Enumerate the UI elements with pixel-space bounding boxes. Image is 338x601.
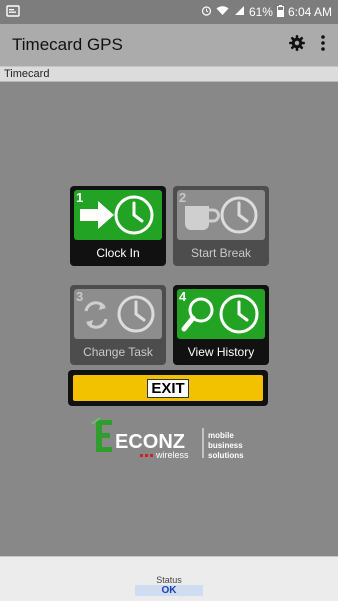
tile-label: Start Break bbox=[190, 246, 252, 260]
arrow-clock-icon bbox=[80, 195, 154, 235]
start-break-button[interactable]: 2 Start Break bbox=[173, 186, 269, 266]
more-vert-icon[interactable] bbox=[320, 34, 326, 57]
change-task-button[interactable]: 3 Change Task bbox=[70, 285, 166, 365]
clock-time: 6:04 AM bbox=[287, 5, 332, 19]
tile-number: 3 bbox=[76, 289, 84, 304]
app-title: Timecard GPS bbox=[12, 35, 123, 54]
status-value: OK bbox=[135, 585, 203, 596]
app-bar: Timecard GPS bbox=[0, 24, 338, 66]
signal-icon bbox=[233, 5, 245, 19]
magnifier-clock-icon bbox=[181, 294, 259, 334]
view-history-button[interactable]: 4 View History bbox=[173, 285, 269, 365]
exit-bar: EXIT bbox=[73, 375, 263, 401]
battery-percent: 61% bbox=[248, 5, 273, 19]
status-bar: 61% 6:04 AM bbox=[0, 0, 338, 24]
logo-tagline-line: mobile bbox=[208, 431, 234, 440]
exit-button[interactable]: EXIT bbox=[68, 370, 268, 406]
tile-face: 4 bbox=[177, 289, 265, 339]
status-footer: Status OK bbox=[0, 556, 338, 601]
logo-tagline-line: business bbox=[208, 441, 243, 450]
tile-face: 2 bbox=[177, 190, 265, 240]
tile-face: 3 bbox=[74, 289, 162, 339]
tile-number: 2 bbox=[179, 190, 187, 205]
clock-in-button[interactable]: 1 Clock In bbox=[70, 186, 166, 266]
battery-icon bbox=[276, 4, 284, 20]
tile-label: Change Task bbox=[83, 345, 153, 359]
tile-label: Clock In bbox=[96, 246, 140, 260]
gear-icon[interactable] bbox=[288, 34, 306, 57]
refresh-clock-icon bbox=[84, 295, 155, 333]
section-header: Timecard bbox=[0, 66, 338, 82]
tile-label: View History bbox=[187, 345, 255, 359]
cup-clock-icon bbox=[185, 196, 258, 234]
wifi-icon bbox=[216, 5, 229, 19]
notification-icon bbox=[6, 4, 20, 20]
status-label: Status bbox=[156, 575, 182, 585]
logo-tagline-line: solutions bbox=[208, 451, 244, 460]
exit-label: EXIT bbox=[147, 378, 189, 398]
tile-number: 1 bbox=[76, 190, 84, 205]
company-logo: ECONZ wireless mobile business solutions bbox=[90, 414, 260, 462]
tile-face: 1 bbox=[74, 190, 162, 240]
alarm-icon bbox=[201, 5, 212, 19]
tile-number: 4 bbox=[179, 289, 187, 304]
logo-sub: wireless bbox=[155, 450, 189, 460]
